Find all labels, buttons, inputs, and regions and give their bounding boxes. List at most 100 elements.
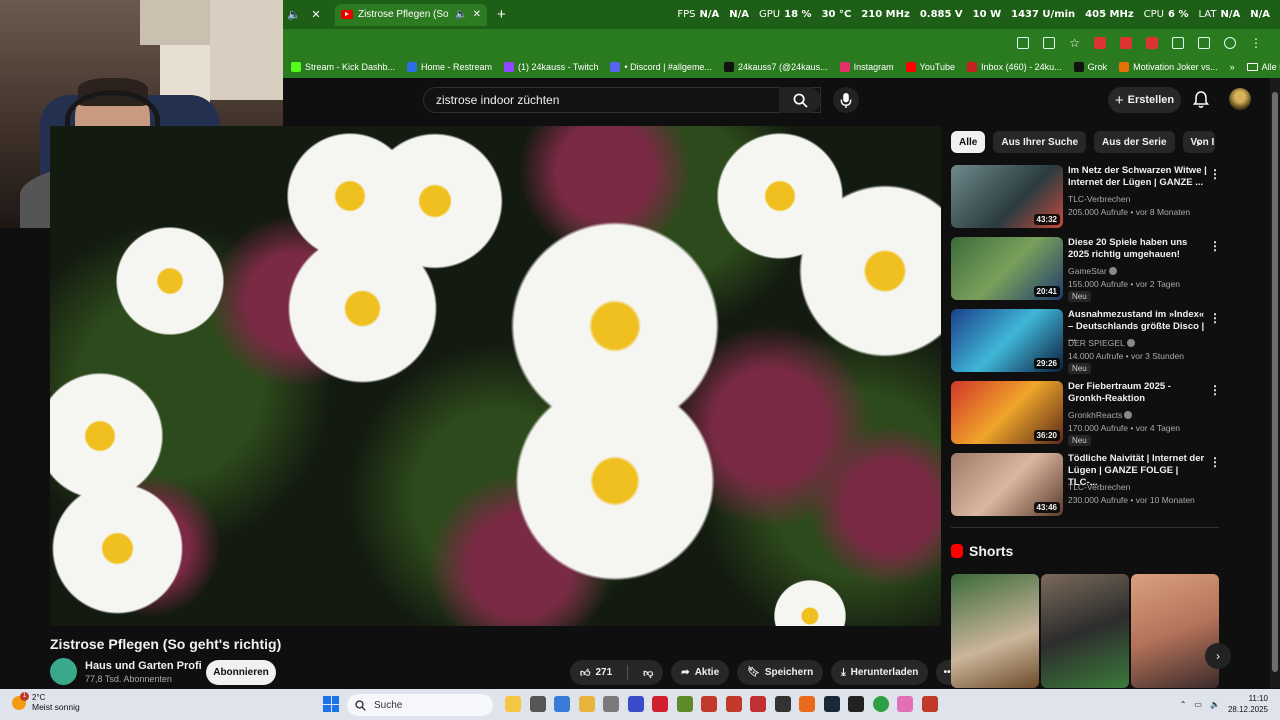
recommendation-channel[interactable]: DER SPIEGEL — [1068, 338, 1135, 348]
extension-icon[interactable] — [1146, 36, 1158, 49]
app-icon[interactable] — [774, 696, 791, 712]
taskbar-search[interactable]: Suche — [347, 694, 493, 716]
app-icon[interactable] — [921, 696, 938, 712]
filter-chip[interactable]: Aus der Serie — [1094, 131, 1175, 153]
profile-icon[interactable] — [1224, 36, 1236, 49]
recommendation-title[interactable]: Der Fiebertraum 2025 - Gronkh-Reaktion — [1068, 381, 1208, 405]
shorts-next-button[interactable]: › — [1205, 643, 1231, 669]
search-button[interactable] — [779, 87, 821, 113]
opera-icon[interactable] — [652, 696, 668, 712]
channel-name[interactable]: Haus und Garten Profi — [85, 660, 202, 672]
more-options-icon[interactable]: ⋮ — [1209, 239, 1221, 253]
page-scrollbar[interactable] — [1270, 78, 1280, 688]
download-button[interactable]: ⤓ Herunterladen — [831, 660, 929, 685]
calculator-icon[interactable] — [554, 696, 570, 712]
notifications-bell-icon[interactable] — [1193, 91, 1209, 109]
share-button[interactable]: ➦ Aktie — [671, 660, 730, 685]
mute-icon[interactable]: 🔈 — [283, 4, 305, 26]
recommendation-title[interactable]: Diese 20 Spiele haben uns 2025 richtig u… — [1068, 237, 1208, 261]
recommendation-item[interactable]: 43:32 Im Netz der Schwarzen Witwe | Inter… — [951, 165, 1221, 229]
recommendation-channel[interactable]: TLC-Verbrechen — [1068, 194, 1130, 204]
voice-search-button[interactable] — [833, 87, 859, 113]
recommendation-channel[interactable]: GronkhReacts — [1068, 410, 1133, 420]
video-thumbnail[interactable]: 43:32 — [951, 165, 1063, 228]
short-thumbnail[interactable] — [1131, 574, 1219, 688]
bookmark-item[interactable]: Home - Restream — [407, 62, 492, 72]
bookmark-item[interactable]: • Discord | #allgeme... — [610, 62, 712, 72]
video-thumbnail[interactable]: 29:26 — [951, 309, 1063, 372]
file-explorer-icon[interactable] — [505, 696, 521, 712]
weather-widget[interactable]: 1 2°C Meist sonnig — [12, 691, 80, 712]
bookmark-item[interactable]: Motivation Joker vs... — [1119, 62, 1218, 72]
bookmark-item[interactable]: (1) 24kauss - Twitch — [504, 62, 598, 72]
extension-icon[interactable] — [1094, 36, 1106, 49]
dislike-button[interactable]: 👎︎ — [633, 660, 663, 685]
bookmark-item[interactable]: Stream - Kick Dashb... — [291, 62, 395, 72]
menu-icon[interactable]: ⋮ — [1250, 36, 1262, 50]
recommendation-title[interactable]: Im Netz der Schwarzen Witwe | Internet d… — [1068, 165, 1208, 189]
short-thumbnail[interactable] — [1041, 574, 1129, 688]
short-thumbnail[interactable] — [951, 574, 1039, 688]
chevron-right-icon[interactable]: › — [1196, 134, 1201, 150]
channel-avatar[interactable] — [50, 658, 77, 685]
media-queue-icon[interactable] — [1198, 36, 1210, 49]
volume-icon[interactable]: 🔈 — [1210, 700, 1220, 709]
like-button[interactable]: 👍︎ 271 — [570, 660, 622, 685]
obs-icon[interactable] — [701, 696, 717, 712]
all-bookmarks-button[interactable]: Alle Lesezeichen — [1246, 62, 1280, 72]
more-options-icon[interactable]: ⋮ — [1209, 383, 1221, 397]
video-thumbnail[interactable]: 20:41 — [951, 237, 1063, 300]
task-view-icon[interactable] — [529, 696, 546, 712]
bookmark-item[interactable]: Inbox (460) - 24ku... — [967, 62, 1062, 72]
active-tab[interactable]: Zistrose Pflegen (So geht's 🔈 ✕ — [335, 3, 487, 26]
create-button[interactable]: + Erstellen — [1108, 87, 1181, 113]
chevron-up-icon[interactable]: ⌃ — [1180, 700, 1187, 709]
new-tab-button[interactable]: + — [497, 6, 506, 23]
app-v-icon[interactable] — [627, 696, 644, 712]
epic-games-icon[interactable] — [848, 696, 864, 712]
steam-icon[interactable] — [823, 696, 840, 712]
close-icon[interactable]: ✕ — [473, 9, 481, 20]
close-tab-icon[interactable]: ✕ — [305, 4, 327, 26]
recommendation-item[interactable]: 29:26 Ausnahmezustand im »Index« – Deutsc… — [951, 309, 1221, 374]
subscribe-button[interactable]: Abonnieren — [206, 660, 276, 685]
save-button[interactable]: 🔖︎ Speichern — [737, 660, 824, 685]
app-icon[interactable] — [725, 696, 742, 712]
folder-icon[interactable] — [578, 696, 595, 712]
app-icon[interactable] — [897, 696, 913, 712]
filter-chip[interactable]: Alle — [951, 131, 986, 153]
bookmark-item[interactable]: Instagram — [839, 62, 894, 72]
network-icon[interactable]: ▭ — [1194, 700, 1202, 709]
bookmark-star-icon[interactable]: ☆ — [1069, 36, 1080, 50]
more-options-icon[interactable]: ⋮ — [1209, 311, 1221, 325]
video-player[interactable] — [50, 126, 941, 626]
recommendation-item[interactable]: 20:41 Diese 20 Spiele haben uns 2025 rich… — [951, 237, 1221, 302]
more-options-icon[interactable]: ⋮ — [1209, 455, 1221, 469]
search-input[interactable]: zistrose indoor züchten ✕ — [423, 87, 821, 113]
app-icon[interactable] — [750, 696, 766, 712]
video-thumbnail[interactable]: 36:20 — [951, 381, 1063, 444]
browser-icon[interactable] — [799, 696, 815, 712]
cast-icon[interactable] — [1043, 36, 1056, 49]
more-options-icon[interactable]: ⋮ — [1209, 167, 1221, 181]
chrome-icon[interactable] — [872, 696, 889, 712]
mouse-icon[interactable] — [603, 696, 619, 712]
scrollbar-thumb[interactable] — [1272, 92, 1278, 672]
recommendation-item[interactable]: 43:46 Tödliche Naivität | Internet der Lü… — [951, 453, 1221, 517]
clock[interactable]: 11:10 28.12.2025 — [1228, 693, 1268, 715]
video-thumbnail[interactable]: 43:46 — [951, 453, 1063, 516]
bookmarks-more-button[interactable]: » — [1230, 62, 1235, 72]
bookmark-item[interactable]: YouTube — [905, 62, 955, 72]
extension-icon[interactable] — [1120, 36, 1132, 49]
filter-chip[interactable]: Aus Ihrer Suche — [993, 131, 1087, 153]
recommendation-channel[interactable]: GameStar — [1068, 266, 1117, 276]
bookmark-item[interactable]: 24kauss7 (@24kaus... — [723, 62, 828, 72]
windows-start-icon[interactable] — [323, 696, 339, 712]
account-avatar[interactable] — [1229, 88, 1251, 110]
puzzle-icon[interactable] — [1172, 36, 1184, 49]
recommendation-item[interactable]: 36:20 Der Fiebertraum 2025 - Gronkh-Reakt… — [951, 381, 1221, 446]
recommendation-channel[interactable]: TLC-Verbrechen — [1068, 482, 1130, 492]
bookmark-item[interactable]: Grok — [1073, 62, 1107, 72]
translate-icon[interactable] — [1017, 36, 1030, 49]
minecraft-icon[interactable] — [676, 696, 693, 712]
